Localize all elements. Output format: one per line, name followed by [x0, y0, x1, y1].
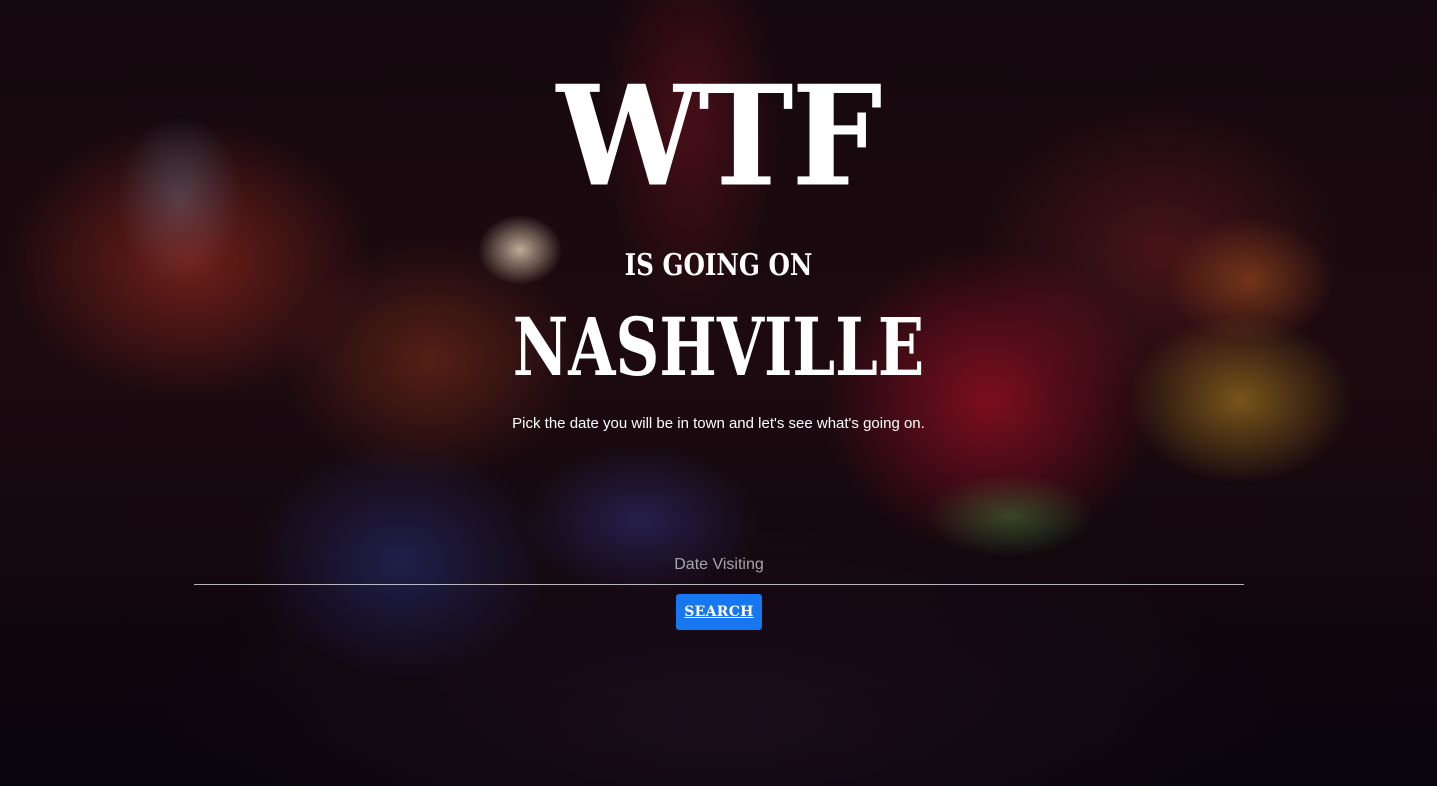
subtitle: Pick the date you will be in town and le…: [512, 415, 925, 432]
date-visiting-input[interactable]: [194, 546, 1244, 585]
search-button[interactable]: SEARCH: [676, 594, 762, 630]
page: WTF IS GOING ON NASHVILLE Pick the date …: [0, 0, 1437, 786]
title-nashville: NASHVILLE: [512, 300, 925, 394]
title-wtf: WTF: [556, 56, 883, 218]
title-is-going-on: IS GOING ON: [624, 248, 813, 283]
hero-section: WTF IS GOING ON NASHVILLE Pick the date …: [0, 0, 1437, 786]
